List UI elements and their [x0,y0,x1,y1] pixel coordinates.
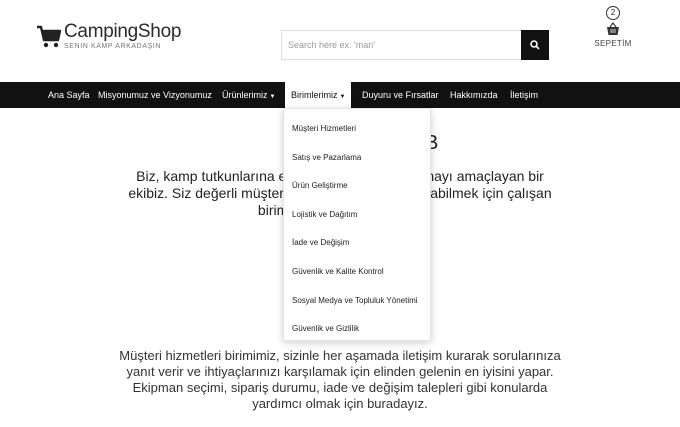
dropdown-item-customer-service[interactable]: Müşteri Hizmetleri [284,115,430,144]
logo-title: CampingShop [64,21,182,42]
basket-label: SEPETİM [594,39,632,48]
nav-label: Ana Sayfa [48,90,90,100]
nav-label: İletişim [510,90,539,100]
search-button[interactable] [521,30,549,60]
nav-label: Ürünlerimiz [222,90,268,100]
dropdown-item-sales-marketing[interactable]: Satış ve Pazarlama [284,144,430,173]
dropdown-item-logistics[interactable]: Lojistik ve Dağıtım [284,201,430,230]
nav-label: Birimlerimiz [291,90,338,100]
nav-item-contact[interactable]: İletişim [510,82,538,108]
nav-item-products[interactable]: Ürünlerimiz ▼ [222,82,275,108]
dropdown-item-returns[interactable]: İade ve Değişim [284,229,430,258]
logo-subtitle: SENIN KAMP ARKADAŞIN [64,43,162,50]
search-bar [281,30,549,60]
nav-item-home[interactable]: Ana Sayfa [48,82,90,108]
basket-count-badge: 2 [606,6,620,20]
basket-icon [607,22,619,35]
main-nav: Ana Sayfa Misyonumuz ve Vizyonumuz Ürünl… [0,82,680,108]
search-icon [530,40,540,50]
nav-label: Misyonumuz ve Vizyonumuz [98,90,212,100]
dropdown-item-product-development[interactable]: Ürün Geliştirme [284,172,430,201]
nav-item-units[interactable]: Birimlerimiz ▼ [285,82,352,108]
nav-item-mission[interactable]: Misyonumuz ve Vizyonumuz [98,82,212,108]
unit-description: Müşteri hizmetleri birimimiz, sizinle he… [119,348,561,411]
caret-down-icon: ▼ [339,94,346,100]
nav-label: Duyuru ve Fırsatlar [362,90,439,100]
units-dropdown-menu: Müşteri Hizmetleri Satış ve Pazarlama Ür… [283,108,431,341]
dropdown-item-privacy[interactable]: Güvenlik ve Gizlilik [284,315,430,344]
basket-button[interactable]: 2 SEPETİM [593,6,633,48]
nav-label: Hakkımızda [450,90,498,100]
dropdown-item-quality-control[interactable]: Güvenlik ve Kalite Kontrol [284,258,430,287]
site-header: CampingShop SENIN KAMP ARKADAŞIN 2 SEPET… [0,0,680,82]
site-logo[interactable]: CampingShop SENIN KAMP ARKADAŞIN [36,22,181,50]
caret-down-icon: ▼ [269,94,276,100]
shopping-cart-icon [37,25,62,48]
nav-item-about[interactable]: Hakkımızda [450,82,498,108]
nav-item-announcements[interactable]: Duyuru ve Fırsatlar [362,82,439,108]
dropdown-item-social-media[interactable]: Sosyal Medya ve Topluluk Yönetimi [284,287,430,316]
search-input[interactable] [281,30,521,60]
